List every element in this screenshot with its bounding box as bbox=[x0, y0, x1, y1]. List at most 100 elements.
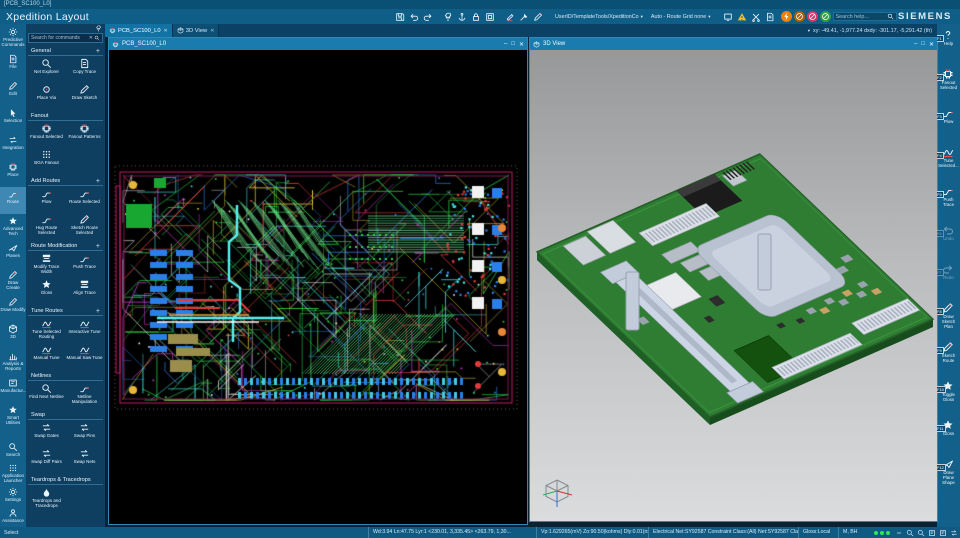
cmd-hug-route-selected[interactable]: Hug Route Selected bbox=[28, 213, 65, 239]
cmd-manual-tune[interactable]: Manual Tune bbox=[28, 343, 65, 369]
cmd-push-trace[interactable]: Push Trace bbox=[66, 252, 103, 278]
lock-icon[interactable] bbox=[470, 11, 482, 23]
cmd-swap-diff-pairs[interactable]: Swap Diff Pairs bbox=[28, 447, 65, 473]
floppy-icon[interactable] bbox=[394, 11, 406, 23]
drc-round-button-2[interactable] bbox=[793, 11, 805, 22]
clear-search-icon[interactable]: ✕ bbox=[89, 35, 93, 41]
command-search-input[interactable] bbox=[31, 35, 88, 41]
fkey-f7-redo[interactable]: F7 Redo bbox=[937, 262, 960, 301]
swap-icon[interactable] bbox=[950, 529, 958, 537]
sidebar-item-smart-utilities[interactable]: Smart Utilities bbox=[0, 403, 26, 430]
fkey-f2-fanout-selected[interactable]: F2 Fanout Selected bbox=[937, 67, 960, 106]
help-search-input[interactable] bbox=[835, 13, 887, 20]
session-dropdown[interactable]: UserID/TemplateTools/XpeditionCo ▾ bbox=[552, 14, 646, 20]
drc-round-button-4[interactable] bbox=[819, 11, 831, 22]
fkey-f5-push-trace[interactable]: F5 Push Trace bbox=[937, 184, 960, 223]
cmd-swap-nets[interactable]: Swap Nets bbox=[66, 447, 103, 473]
pcb-layout-canvas[interactable] bbox=[109, 50, 527, 524]
sidebar-item-selection[interactable]: Selection bbox=[0, 106, 26, 133]
cmd-manual-saw-tune[interactable]: Manual Saw Tune bbox=[66, 343, 103, 369]
sidebar-item-assistance[interactable]: Assistance bbox=[0, 506, 26, 527]
sidebar-item-application-launcher[interactable]: Application Launcher bbox=[0, 461, 26, 485]
cmd-plow[interactable]: Plow bbox=[28, 187, 65, 213]
expand-icon[interactable]: + bbox=[96, 48, 100, 55]
undo-icon[interactable] bbox=[408, 11, 420, 23]
sidebar-item-route[interactable]: Route bbox=[0, 187, 26, 214]
pcb-window-titlebar[interactable]: PCB_SC100_L0 – □ ✕ bbox=[109, 38, 527, 50]
help-search[interactable] bbox=[832, 12, 897, 21]
minus-icon[interactable] bbox=[895, 529, 903, 537]
section-header-netlines[interactable]: Netlines bbox=[28, 371, 103, 381]
scissors-icon[interactable] bbox=[750, 11, 762, 23]
close-tab-icon[interactable]: ✕ bbox=[210, 28, 214, 34]
cmd-copy-trace[interactable]: Copy Trace bbox=[66, 57, 103, 83]
search-icon[interactable] bbox=[906, 529, 914, 537]
command-search[interactable]: ✕ bbox=[28, 33, 103, 43]
sidebar-item-draw-create[interactable]: Draw Create bbox=[0, 268, 26, 295]
cmd-swap-gates[interactable]: Swap Gates bbox=[28, 421, 65, 447]
redo-icon[interactable] bbox=[422, 11, 434, 23]
sidebar-item-analysis-reports[interactable]: Analysis & Reports bbox=[0, 349, 26, 376]
section-header-swap[interactable]: Swap bbox=[28, 410, 103, 420]
cmd-tune-selected-routing[interactable]: Tune Selected Routing bbox=[28, 317, 65, 343]
expand-icon[interactable]: + bbox=[96, 243, 100, 250]
sidebar-item-settings[interactable]: Settings bbox=[0, 485, 26, 506]
close-icon[interactable]: ✕ bbox=[519, 41, 524, 48]
3d-window-titlebar[interactable]: 3D View – □ ✕ bbox=[530, 38, 937, 50]
frame-icon[interactable] bbox=[484, 11, 496, 23]
sidebar-item-advanced-tech[interactable]: Advanced Tech bbox=[0, 214, 26, 241]
maximize-icon[interactable]: □ bbox=[511, 41, 515, 48]
expand-icon[interactable]: + bbox=[96, 308, 100, 315]
minimize-icon[interactable]: – bbox=[504, 41, 507, 48]
section-header-fanout[interactable]: Fanout bbox=[28, 111, 103, 121]
view-cube[interactable] bbox=[542, 479, 573, 507]
board-icon[interactable] bbox=[939, 529, 947, 537]
expand-icon[interactable]: + bbox=[96, 178, 100, 185]
fkey-f6-undo[interactable]: F6 Undo bbox=[937, 223, 960, 262]
sidebar-item-place[interactable]: Place bbox=[0, 160, 26, 187]
chevron-down-icon[interactable]: ▾ bbox=[808, 28, 810, 34]
fkey-f3-plow[interactable]: F3 Plow bbox=[937, 106, 960, 145]
section-header-general[interactable]: General + bbox=[28, 46, 103, 56]
cmd-gloss[interactable]: Gloss bbox=[28, 278, 65, 304]
pin-panel-icon[interactable] bbox=[95, 25, 102, 32]
cmd-find-next-netline[interactable]: Find Next Netline bbox=[28, 382, 65, 408]
pin-icon[interactable] bbox=[442, 11, 454, 23]
sidebar-item-draw-modify[interactable]: Draw Modify bbox=[0, 295, 26, 322]
doc-icon[interactable] bbox=[764, 11, 776, 23]
cmd-fanout-selected[interactable]: Fanout Selected bbox=[28, 122, 65, 148]
drc-round-button-3[interactable] bbox=[806, 11, 818, 22]
maximize-icon[interactable]: □ bbox=[921, 41, 925, 48]
cmd-swap-pins[interactable]: Swap Pins bbox=[66, 421, 103, 447]
fkey-f11-gloss[interactable]: F11 Gloss bbox=[937, 418, 960, 457]
tab-3d-view[interactable]: 3D View ✕ bbox=[172, 24, 220, 37]
sidebar-item-edit[interactable]: Edit bbox=[0, 79, 26, 106]
cmd-fanout-patterns[interactable]: Fanout Patterns bbox=[66, 122, 103, 148]
section-header-teardrops-tracedrops[interactable]: Teardrops & Tracedrops bbox=[28, 475, 103, 485]
fkey-f9-sketch-route[interactable]: F9 Sketch Route bbox=[937, 340, 960, 379]
cmd-bga-fanout[interactable]: BGA Fanout bbox=[28, 148, 65, 174]
fkey-f12-draw-plane-shape[interactable]: F12 Draw Plane Shape bbox=[937, 457, 960, 496]
board-icon[interactable] bbox=[928, 529, 936, 537]
minimize-icon[interactable]: – bbox=[914, 41, 917, 48]
sidebar-item-integration[interactable]: Integration bbox=[0, 133, 26, 160]
search-icon[interactable] bbox=[917, 529, 925, 537]
display-icon[interactable] bbox=[722, 11, 734, 23]
section-header-add-routes[interactable]: Add Routes + bbox=[28, 176, 103, 186]
3d-canvas[interactable] bbox=[530, 50, 937, 521]
cmd-draw-sketch[interactable]: Draw Sketch bbox=[66, 83, 103, 109]
drc-round-button-1[interactable] bbox=[780, 11, 792, 22]
cmd-modify-trace-width[interactable]: Modify Trace Width bbox=[28, 252, 65, 278]
sidebar-item-search[interactable]: Search bbox=[0, 440, 26, 461]
tab-pcb-sc100-l0[interactable]: PCB_SC100_L0 ✕ bbox=[105, 24, 173, 37]
sidebar-item-manufactur[interactable]: Manufactur... bbox=[0, 376, 26, 403]
fkey-f4-tune-selected[interactable]: F4 Tune Selected... bbox=[937, 145, 960, 184]
section-header-tune-routes[interactable]: Tune Routes + bbox=[28, 306, 103, 316]
cmd-place-via[interactable]: Place Via bbox=[28, 83, 65, 109]
fkey-f10-toggle-gloss[interactable]: F10 Toggle Gloss bbox=[937, 379, 960, 418]
cmd-align-trace[interactable]: Align Trace bbox=[66, 278, 103, 304]
fkey-f1-help[interactable]: F1 Help bbox=[937, 28, 960, 67]
search-icon[interactable] bbox=[94, 35, 100, 41]
sidebar-item-3d[interactable]: 3D bbox=[0, 322, 26, 349]
close-tab-icon[interactable]: ✕ bbox=[164, 28, 168, 34]
